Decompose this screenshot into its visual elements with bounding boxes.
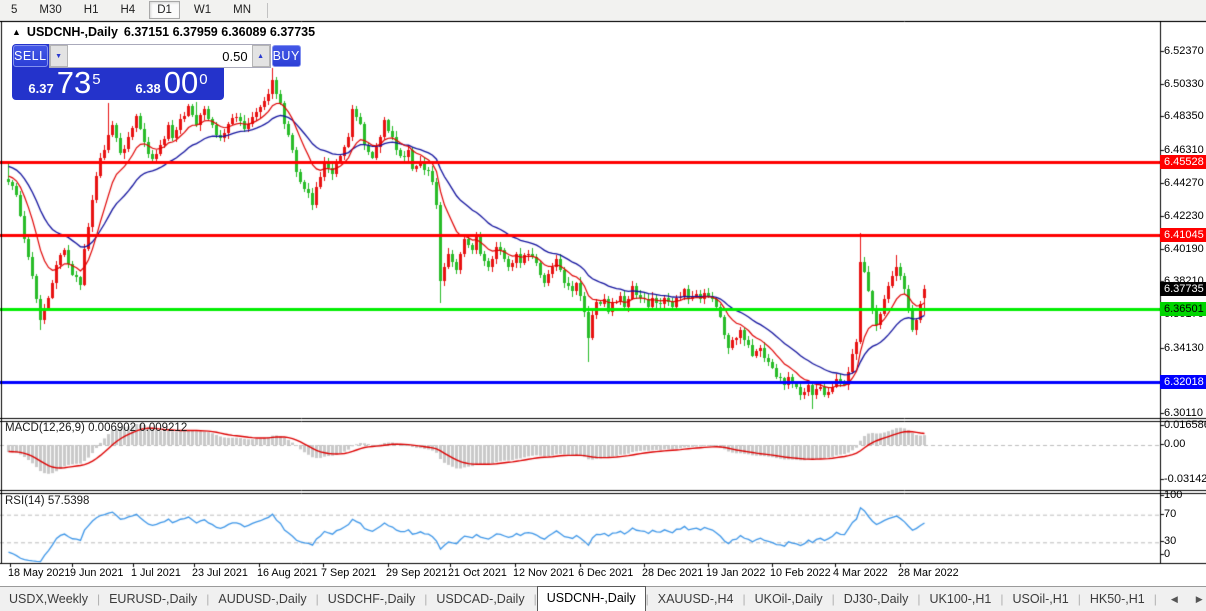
date-axis-label: 18 May 2021	[8, 567, 71, 579]
timeframe-button-w1[interactable]: W1	[186, 1, 219, 19]
chart-tab-usdx-weekly[interactable]: USDX,Weekly	[0, 589, 97, 609]
buy-price-big: 00	[163, 65, 199, 100]
price-axis-tick: 6.44270	[1164, 176, 1204, 189]
rsi-indicator-label: RSI(14) 57.5398	[5, 495, 89, 507]
price-axis-tick: 6.52370	[1164, 44, 1204, 57]
sell-price-small: 6.37	[28, 81, 54, 96]
date-axis-label: 7 Sep 2021	[321, 567, 377, 579]
trade-panel-top-row: SELL ▼ ▲ BUY	[12, 44, 301, 68]
one-click-trading-panel: SELL ▼ ▲ BUY 6.37 73 5 6.38 00 0	[12, 44, 301, 100]
sell-price-sup: 5	[92, 71, 101, 88]
chart-tab-hk50-h1[interactable]: HK50-,H1	[1081, 589, 1154, 609]
rsi-axis-label: 100	[1164, 489, 1183, 501]
timeframe-button-5[interactable]: 5	[3, 1, 25, 19]
date-axis-label: 19 Jan 2022	[706, 567, 766, 579]
chart-tab-usdcad-daily[interactable]: USDCAD-,Daily	[427, 589, 533, 609]
timeframe-button-h4[interactable]: H4	[112, 1, 143, 19]
price-axis-tick: 6.40190	[1164, 243, 1204, 255]
rsi-axis-label: 70	[1164, 508, 1177, 520]
chart-tab-uk100-h1[interactable]: UK100-,H1	[921, 589, 1001, 609]
sell-price-big: 73	[56, 65, 92, 100]
timeframe-button-h1[interactable]: H1	[76, 1, 107, 19]
date-axis-label: 29 Sep 2021	[386, 567, 448, 579]
date-axis-label: 10 Feb 2022	[770, 567, 831, 579]
tabs-scroll-right-button[interactable]: ▶	[1192, 592, 1206, 607]
rsi-axis-label: 30	[1164, 535, 1177, 547]
sell-quote[interactable]: 6.37 73 5	[12, 67, 117, 100]
macd-axis-label: 0.016586	[1164, 419, 1206, 431]
date-axis-label: 12 Nov 2021	[513, 567, 575, 579]
rsi-value: 57.5398	[47, 495, 90, 507]
volume-input[interactable]	[67, 45, 252, 67]
chart-tab-audusd-daily[interactable]: AUDUSD-,Daily	[209, 589, 315, 609]
chart-canvas[interactable]	[0, 21, 1206, 586]
price-axis-tick: 6.50330	[1164, 78, 1204, 91]
chart-tab-usoil-h1[interactable]: USOil-,H1	[1003, 589, 1077, 609]
price-badge-6-36501: 6.36501	[1160, 301, 1206, 316]
chart-title: ▲ USDCNH-,Daily 6.37151 6.37959 6.36089 …	[12, 25, 315, 39]
timeframe-button-d1[interactable]: D1	[149, 1, 180, 19]
rsi-axis-label: 0	[1164, 548, 1171, 560]
price-axis-tick: 6.48350	[1164, 110, 1204, 123]
chart-tab-usdcnh-daily[interactable]: USDCNH-,Daily	[536, 586, 646, 611]
macd-name: MACD(12,26,9)	[5, 422, 85, 434]
date-axis-label: 28 Mar 2022	[898, 567, 959, 579]
price-axis-tick: 6.42230	[1164, 209, 1204, 222]
chart-tab-bar: USDX,Weekly | EURUSD-,Daily | AUDUSD-,Daily |…	[0, 586, 1206, 611]
collapse-trade-panel-icon[interactable]: ▲	[12, 27, 21, 37]
buy-quote[interactable]: 6.38 00 0	[119, 67, 224, 100]
price-badge-6-32018: 6.32018	[1160, 374, 1206, 389]
buy-price-sup: 0	[199, 71, 208, 88]
chart-tab-dj30-daily[interactable]: DJ30-,Daily	[835, 589, 918, 609]
trading-terminal-window: 5 M30 H1 H4 D1 W1 MN ▲ USDCNH-,Daily 6.37151 6…	[0, 0, 1206, 611]
macd-axis-label: -0.03142	[1164, 473, 1206, 485]
tab-separator: |	[1153, 592, 1157, 606]
tabs-scroll-left-button[interactable]: ◀	[1167, 592, 1182, 607]
price-badge-6-37735: 6.37735	[1160, 281, 1206, 296]
timeframe-button-mn[interactable]: MN	[225, 1, 259, 19]
date-axis-label: 6 Dec 2021	[578, 567, 634, 579]
rsi-name: RSI(14)	[5, 495, 45, 507]
date-axis-label: 1 Jul 2021	[131, 567, 181, 579]
price-badge-6-41045: 6.41045	[1160, 228, 1206, 243]
date-axis-label: 9 Jun 2021	[70, 567, 124, 579]
date-axis-label: 4 Mar 2022	[833, 567, 888, 579]
chart-tab-eurusd-daily[interactable]: EURUSD-,Daily	[100, 589, 206, 609]
volume-increase-button[interactable]: ▲	[251, 45, 270, 67]
chart-tab-ukoil-daily[interactable]: UKOil-,Daily	[746, 589, 832, 609]
date-axis-label: 16 Aug 2021	[257, 567, 318, 579]
toolbar-separator	[267, 2, 269, 18]
chart-title-symbol: USDCNH-,Daily	[26, 25, 118, 39]
chart-title-ohlc: 6.37151 6.37959 6.36089 6.37735	[123, 25, 316, 39]
timeframe-toolbar: 5 M30 H1 H4 D1 W1 MN	[0, 0, 1206, 21]
price-axis-tick: 6.34130	[1164, 341, 1204, 354]
macd-indicator-label: MACD(12,26,9) 0.006902 0.009212	[5, 422, 187, 434]
date-axis-label: 21 Oct 2021	[448, 567, 507, 579]
buy-button[interactable]: BUY	[271, 45, 301, 67]
macd-axis-label: 0.00	[1164, 438, 1186, 450]
price-badge-6-45528: 6.45528	[1160, 155, 1206, 170]
timeframe-button-m30[interactable]: M30	[31, 1, 69, 19]
date-axis-label: 23 Jul 2021	[192, 567, 248, 579]
macd-values: 0.006902 0.009212	[88, 422, 188, 434]
tab-arrows: | ◀ ▶	[1154, 592, 1206, 607]
date-axis-label: 28 Dec 2021	[642, 567, 704, 579]
buy-price-small: 6.38	[135, 81, 161, 96]
chart-tab-xauusd-h4[interactable]: XAUUSD-,H4	[649, 589, 743, 609]
trade-panel-quotes: 6.37 73 5 6.38 00 0	[12, 67, 224, 100]
sell-button[interactable]: SELL	[13, 45, 48, 67]
volume-decrease-button[interactable]: ▼	[49, 45, 68, 67]
chart-tab-usdchf-daily[interactable]: USDCHF-,Daily	[319, 589, 425, 609]
price-axis-tick: 6.30110	[1164, 406, 1203, 419]
